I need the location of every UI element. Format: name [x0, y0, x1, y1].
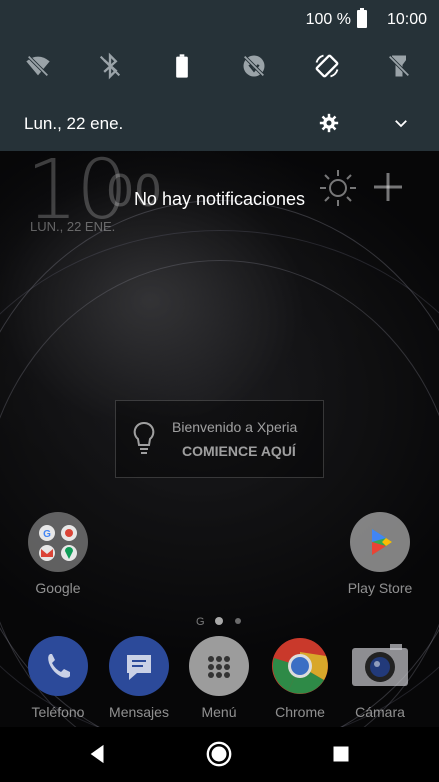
- google-page-letter: G: [196, 616, 205, 628]
- settings-gear-icon[interactable]: [314, 108, 344, 138]
- shade-date: Lun., 22 ene.: [24, 114, 124, 133]
- app-drawer-icon: [189, 636, 249, 696]
- dock-app-camera[interactable]: Cámara: [340, 636, 420, 720]
- auto-rotate-icon[interactable]: [307, 46, 347, 86]
- wifi-off-icon[interactable]: [18, 46, 58, 86]
- welcome-cta: COMIENCE AQUÍ: [182, 443, 296, 459]
- chrome-icon: [270, 636, 330, 696]
- lightbulb-icon: [133, 421, 155, 454]
- app-google-folder[interactable]: G Google: [18, 512, 98, 596]
- data-saver-icon[interactable]: [234, 46, 274, 86]
- back-button[interactable]: [78, 737, 118, 771]
- battery-status-icon: [357, 8, 367, 28]
- app-label: Google: [35, 580, 81, 596]
- phone-icon: [28, 636, 88, 696]
- dock-app-messages[interactable]: Mensajes: [99, 636, 179, 720]
- app-label: Menú: [201, 704, 237, 720]
- home-button[interactable]: [199, 737, 239, 771]
- svg-text:G: G: [43, 529, 51, 540]
- home-icon: [206, 741, 232, 767]
- notification-shade: 100 % 10:00 Lun., 22 ene.: [0, 0, 439, 151]
- dock-app-menu[interactable]: Menú: [179, 636, 259, 720]
- play-store-icon: [350, 512, 410, 572]
- app-label: Play Store: [347, 580, 413, 596]
- flashlight-off-icon[interactable]: [379, 46, 419, 86]
- status-bar: 100 % 10:00: [0, 0, 439, 38]
- battery-percentage: 100 %: [305, 11, 351, 28]
- battery-icon[interactable]: [162, 46, 202, 86]
- bluetooth-off-icon[interactable]: [90, 46, 130, 86]
- welcome-title: Bienvenido a Xperia: [172, 419, 298, 435]
- recents-icon: [333, 746, 349, 762]
- app-label: Mensajes: [109, 704, 169, 720]
- page-indicator: G: [196, 616, 241, 628]
- recents-button[interactable]: [321, 737, 361, 771]
- google-folder-icon: G: [28, 512, 88, 572]
- dock-app-phone[interactable]: Teléfono: [18, 636, 98, 720]
- quick-settings-row: [0, 46, 439, 90]
- chevron-down-icon[interactable]: [386, 108, 416, 138]
- no-notifications-text: No hay notificaciones: [133, 189, 306, 209]
- widget-date: LUN., 22 ENE.: [30, 219, 116, 234]
- dock-app-chrome[interactable]: Chrome: [260, 636, 340, 720]
- app-label: Chrome: [275, 704, 325, 720]
- navigation-bar: [0, 727, 439, 782]
- camera-icon: [350, 636, 410, 696]
- status-clock: 10:00: [386, 11, 427, 28]
- back-icon: [90, 744, 104, 764]
- messages-icon: [109, 636, 169, 696]
- welcome-card[interactable]: Bienvenido a Xperia COMIENCE AQUÍ: [115, 400, 324, 478]
- app-label: Teléfono: [31, 704, 85, 720]
- app-label: Cámara: [355, 704, 405, 720]
- app-play-store[interactable]: Play Store: [340, 512, 420, 596]
- shade-date-row: Lun., 22 ene.: [0, 104, 439, 144]
